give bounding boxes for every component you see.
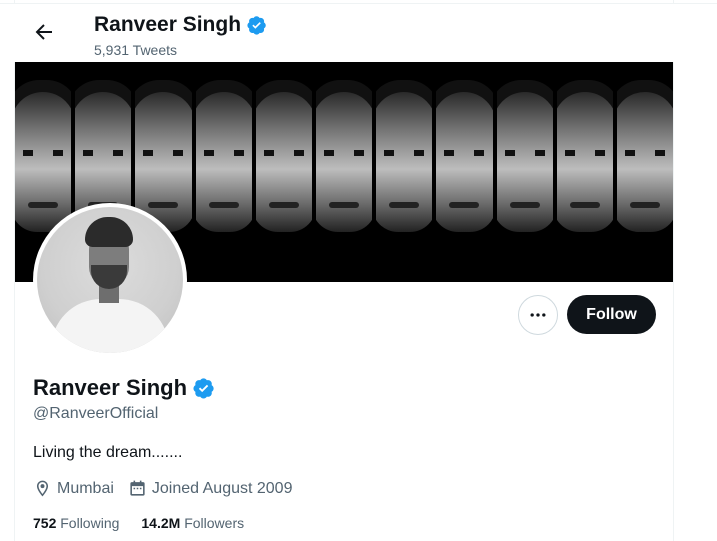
- joined-item: Joined August 2009: [128, 479, 293, 498]
- profile-stats: 752 Following 14.2M Followers: [33, 515, 244, 531]
- tweet-count: 5,931 Tweets: [94, 42, 178, 58]
- location-item: Mumbai: [33, 479, 114, 498]
- profile-handle: @RanveerOfficial: [33, 405, 159, 422]
- followers-count: 14.2M: [141, 515, 181, 531]
- banner-portrait: [436, 62, 493, 282]
- following-link[interactable]: 752 Following: [33, 515, 119, 531]
- verified-badge-icon[interactable]: [193, 377, 215, 399]
- verified-badge-icon: [247, 16, 266, 35]
- following-count: 752: [33, 515, 57, 531]
- more-horizontal-icon: [530, 313, 546, 317]
- header-title: Ranveer Singh: [94, 13, 267, 37]
- profile-name: Ranveer Singh: [33, 375, 215, 401]
- profile-bio: Living the dream.......: [33, 444, 183, 461]
- banner-portrait: [195, 62, 252, 282]
- more-options-button[interactable]: [518, 295, 558, 335]
- back-button[interactable]: [32, 20, 56, 44]
- banner-portrait: [255, 62, 312, 282]
- banner-portrait: [496, 62, 553, 282]
- banner-portrait: [315, 62, 373, 282]
- follow-button[interactable]: Follow: [567, 295, 656, 334]
- location-pin-icon: [36, 480, 49, 497]
- arrow-left-icon: [35, 24, 52, 40]
- avatar-ring[interactable]: [33, 203, 187, 357]
- banner-portrait: [376, 62, 433, 282]
- profile-display-name: Ranveer Singh: [33, 375, 188, 400]
- location-text: Mumbai: [57, 479, 114, 497]
- following-label: Following: [60, 515, 120, 531]
- avatar[interactable]: [37, 207, 183, 353]
- followers-link[interactable]: 14.2M Followers: [141, 515, 244, 531]
- followers-label: Followers: [184, 515, 245, 531]
- header-name: Ranveer Singh: [94, 13, 242, 36]
- calendar-icon: [130, 480, 145, 496]
- profile-header: Ranveer Singh 5,931 Tweets: [14, 4, 674, 62]
- banner-portrait: [556, 62, 613, 282]
- banner-portrait: [616, 62, 673, 282]
- profile-meta: Mumbai Joined August 2009: [33, 479, 306, 498]
- joined-text: Joined August 2009: [151, 479, 293, 497]
